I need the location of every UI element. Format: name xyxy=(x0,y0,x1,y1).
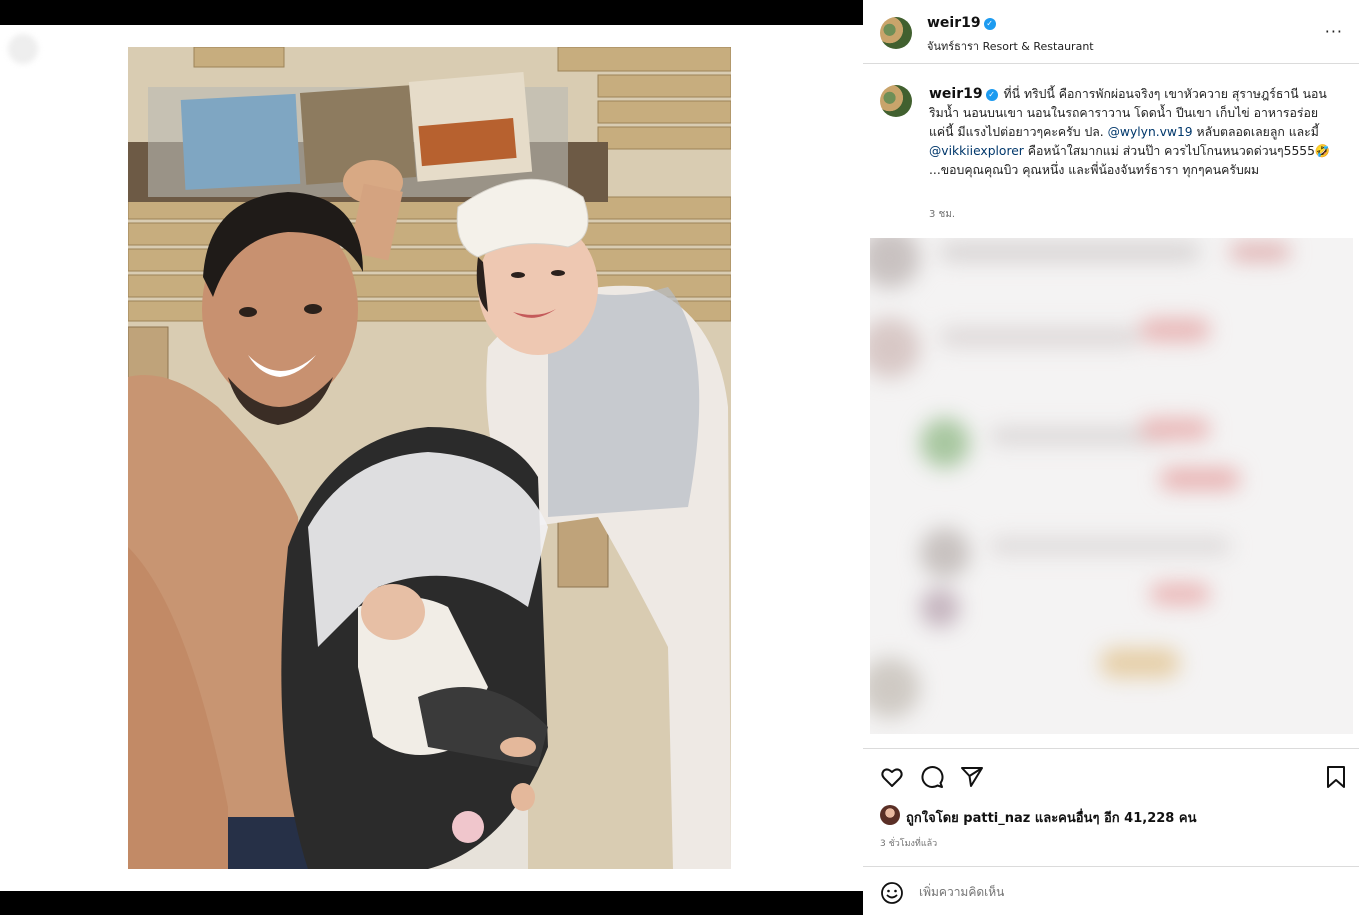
caption-username[interactable]: weir19 ✓ xyxy=(929,86,998,102)
username-text[interactable]: weir19 xyxy=(927,15,981,31)
more-icon[interactable]: ··· xyxy=(1325,22,1343,41)
likes-text[interactable]: ถูกใจโดย patti_naz และคนอื่นๆ อีก 41,228… xyxy=(906,807,1196,828)
comment-bar xyxy=(863,866,1359,915)
mention-link[interactable]: @wylyn.vw19 xyxy=(1108,125,1193,139)
caption-part: หลับตลอดเลยลูก และมี้ xyxy=(1192,125,1319,139)
comments-list-blurred xyxy=(870,238,1353,734)
comment-input[interactable] xyxy=(919,881,1319,903)
post-timestamp: 3 ชั่วโมงที่แล้ว xyxy=(880,839,938,849)
mention-link[interactable]: @vikkiiexplorer xyxy=(929,144,1024,158)
verified-icon: ✓ xyxy=(985,89,998,101)
likes-summary[interactable]: ถูกใจโดย patti_naz และคนอื่นๆ อีก 41,228… xyxy=(880,805,1340,828)
caption-block: weir19 ✓ ที่นี่ ทริปนี้ คือการพักผ่อนจริง… xyxy=(863,65,1359,230)
blurred-avatar xyxy=(8,34,38,64)
author-avatar[interactable] xyxy=(880,17,912,49)
comment-icon[interactable] xyxy=(920,765,944,789)
liker-avatar[interactable] xyxy=(880,805,900,825)
post-location[interactable]: จันทร์ธารา Resort & Restaurant xyxy=(927,37,1094,55)
media-frame xyxy=(0,25,863,891)
post-photo[interactable] xyxy=(128,47,731,869)
media-pane xyxy=(0,0,863,915)
action-bar xyxy=(863,748,1359,800)
bookmark-icon[interactable] xyxy=(1325,765,1347,789)
post-sidebar: weir19 ✓ จันทร์ธารา Resort & Restaurant ·… xyxy=(863,0,1359,915)
instagram-post-modal: weir19 ✓ จันทร์ธารา Resort & Restaurant ·… xyxy=(0,0,1359,915)
photo-illustration xyxy=(128,47,731,869)
author-username[interactable]: weir19 ✓ xyxy=(927,15,996,31)
verified-icon: ✓ xyxy=(983,18,996,30)
caption-author-avatar[interactable] xyxy=(880,85,912,117)
caption-text: weir19 ✓ ที่นี่ ทริปนี้ คือการพักผ่อนจริง… xyxy=(929,85,1335,180)
share-icon[interactable] xyxy=(960,765,984,789)
smile-icon[interactable] xyxy=(880,881,904,905)
caption-username-text[interactable]: weir19 xyxy=(929,86,983,102)
heart-icon[interactable] xyxy=(880,765,904,789)
post-header: weir19 ✓ จันทร์ธารา Resort & Restaurant ·… xyxy=(863,0,1359,64)
caption-timestamp: 3 ชม. xyxy=(929,209,956,220)
blur-layer xyxy=(870,238,1353,734)
